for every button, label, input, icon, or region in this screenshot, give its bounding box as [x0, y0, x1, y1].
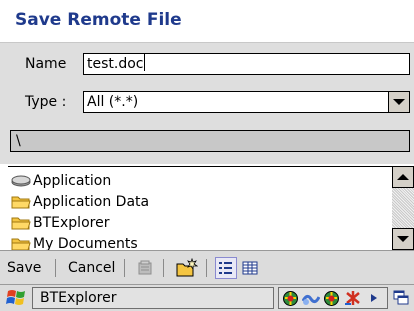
arrow-up-icon: [397, 174, 409, 180]
dialog-title: Save Remote File: [15, 10, 182, 30]
folder-icon: [11, 217, 31, 229]
menu-divider: [55, 259, 56, 277]
text-caret: [143, 54, 145, 71]
type-label: Type :: [25, 94, 67, 110]
folder-icon: [11, 196, 31, 208]
menu-bar: Save Cancel: [0, 250, 414, 284]
show-desktop-icon[interactable]: [390, 287, 412, 309]
taskbar: BTExplorer: [0, 284, 414, 311]
menu-divider: [206, 259, 207, 277]
menu-divider: [163, 259, 164, 277]
tray-expand-icon[interactable]: [370, 293, 378, 303]
windows-start-icon[interactable]: [2, 287, 32, 309]
scroll-down-button[interactable]: [392, 228, 414, 250]
list-item[interactable]: BTExplorer: [11, 212, 109, 233]
scroll-up-button[interactable]: [392, 166, 414, 188]
cancel-button[interactable]: Cancel: [68, 260, 115, 276]
bluetooth-icon[interactable]: [343, 290, 365, 307]
list-item-label: BTExplorer: [33, 214, 110, 231]
details-view-icon[interactable]: [239, 257, 261, 279]
name-input[interactable]: test.doc: [83, 53, 410, 75]
active-task-button[interactable]: BTExplorer: [32, 287, 274, 309]
network-icon[interactable]: [323, 290, 340, 307]
system-tray: [278, 287, 388, 309]
list-view-icon[interactable]: [215, 257, 237, 279]
type-value: All (*.*): [87, 94, 139, 110]
arrow-down-icon: [397, 236, 409, 242]
drive-icon: [11, 175, 31, 186]
name-value: test.doc: [87, 56, 144, 72]
list-item-label: Application Data: [33, 193, 150, 210]
menu-divider: [124, 259, 125, 277]
folder-icon: [11, 238, 31, 250]
network-icon[interactable]: [282, 290, 299, 307]
save-button[interactable]: Save: [7, 260, 41, 276]
path-field: \: [10, 130, 410, 152]
list-item[interactable]: My Documents: [11, 233, 138, 250]
dropdown-arrow-icon[interactable]: [388, 91, 410, 113]
type-dropdown[interactable]: All (*.*): [83, 91, 410, 113]
new-folder-icon[interactable]: [176, 257, 198, 279]
list-item[interactable]: Application Data: [11, 191, 149, 212]
scroll-track[interactable]: [392, 188, 414, 228]
list-item-label: My Documents: [33, 235, 138, 251]
file-list[interactable]: Application Application Data BTExplorer …: [8, 166, 414, 250]
list-item[interactable]: Application: [11, 170, 111, 191]
list-item-label: Application: [33, 172, 112, 189]
properties-icon[interactable]: [134, 257, 156, 279]
vertical-scrollbar[interactable]: [392, 166, 414, 250]
connection-icon[interactable]: [302, 291, 320, 306]
name-label: Name: [25, 56, 67, 72]
